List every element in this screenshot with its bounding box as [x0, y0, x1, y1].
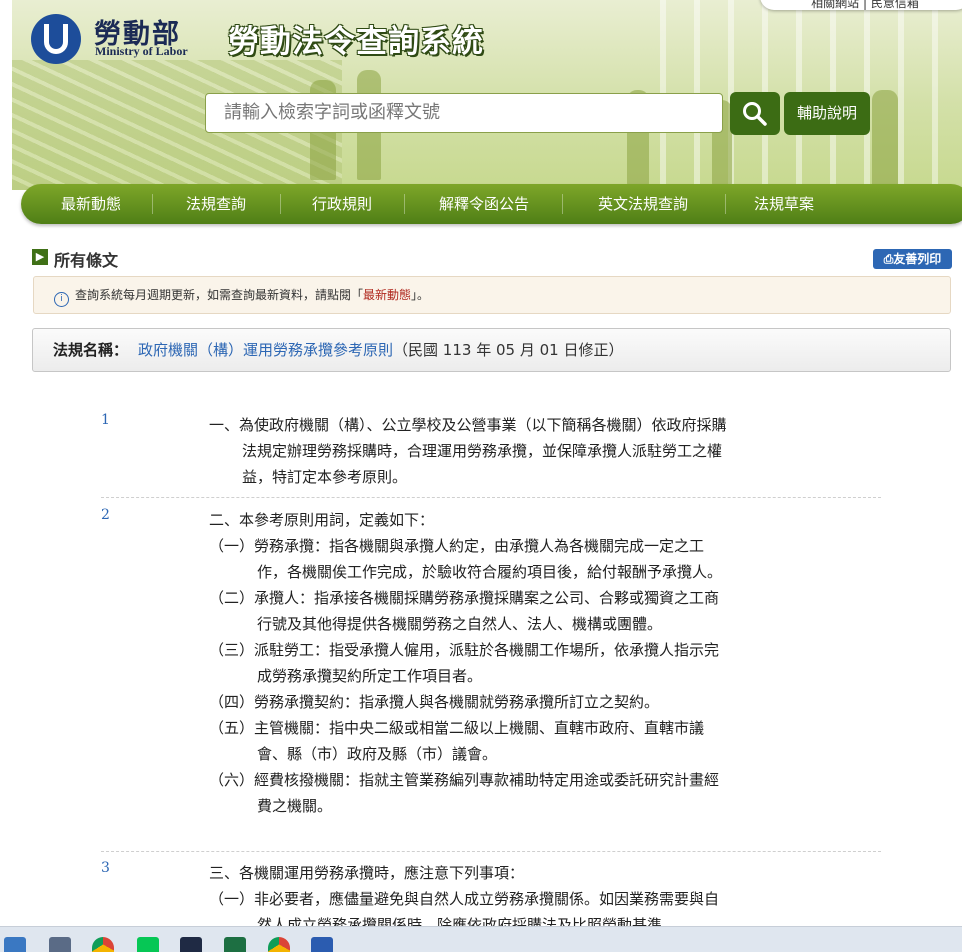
- notice-text-before: 查詢系統每月週期更新，如需查詢最新資料，請點閱「: [75, 288, 364, 302]
- nav-item-latest-news[interactable]: 最新動態: [46, 184, 136, 224]
- calendar-icon[interactable]: [49, 937, 71, 952]
- nav-item-english-law[interactable]: 英文法規查詢: [578, 184, 708, 224]
- law-amend-date: （民國 113 年 05 月 01 日修正）: [393, 341, 624, 359]
- article-paragraph: （六）經費核撥機關：指就主管業務編列專款補助特定用途或委託研究計畫經費之機關。: [209, 771, 720, 815]
- printer-icon: ⎙: [883, 252, 894, 266]
- search-input[interactable]: 請輸入檢索字詞或函釋文號: [205, 93, 723, 133]
- latest-news-link[interactable]: 最新動態: [363, 288, 411, 302]
- article-paragraph: （四）勞務承攬契約：指承攬人與各機關就勞務承攬所訂立之契約。: [209, 693, 660, 711]
- chrome-profile-icon[interactable]: [268, 937, 290, 952]
- law-name-label: 法規名稱：: [53, 341, 129, 359]
- article-paragraph: 一、為使政府機關（構）、公立學校及公營事業（以下簡稱各機關）依政府採購法規定辦理…: [209, 416, 727, 486]
- article-number[interactable]: 2: [101, 507, 110, 523]
- nav-item-interpretations[interactable]: 解釋令函公告: [419, 184, 549, 224]
- help-button[interactable]: 輔助說明: [784, 92, 870, 135]
- law-name-box: 法規名稱： 政府機關（構）運用勞務承攬參考原則（民國 113 年 05 月 01 …: [32, 328, 951, 372]
- meet-icon[interactable]: [180, 937, 202, 952]
- update-notice: i 查詢系統每月週期更新，如需查詢最新資料，請點閱「最新動態」。: [33, 276, 951, 314]
- nav-divider: [404, 194, 405, 214]
- article-body: 一、為使政府機關（構）、公立學校及公營事業（以下簡稱各機關）依政府採購法規定辦理…: [209, 412, 729, 490]
- site-header: 勞動部 Ministry of Labor 勞動法令查詢系統 請輸入檢索字詞或函…: [12, 0, 962, 190]
- chevron-right-icon: ▶: [32, 249, 48, 265]
- nav-item-law-search[interactable]: 法規查詢: [171, 184, 261, 224]
- logo-english-name[interactable]: Ministry of Labor: [95, 44, 188, 59]
- ministry-logo-icon[interactable]: [31, 14, 81, 64]
- article-paragraph: （三）派駐勞工：指受承攬人僱用，派駐於各機關工作場所，依承攬人指示完成勞務承攬契…: [209, 641, 720, 685]
- main-nav: 最新動態 法規查詢 行政規則 解釋令函公告 英文法規查詢 法規草案: [21, 184, 962, 224]
- info-icon: i: [54, 292, 69, 307]
- excel-icon[interactable]: [224, 937, 246, 952]
- os-taskbar: [0, 926, 962, 952]
- silhouette-person: [872, 90, 898, 190]
- system-title: 勞動法令查詢系統: [228, 24, 484, 60]
- article-number[interactable]: 3: [101, 860, 110, 876]
- article-paragraph: 三、各機關運用勞務承攬時，應注意下列事項：: [209, 864, 525, 882]
- chrome-icon[interactable]: [92, 937, 114, 952]
- file-manager-icon[interactable]: [4, 937, 26, 952]
- search-button[interactable]: [730, 92, 780, 135]
- article-paragraph: （五）主管機關：指中央二級或相當二級以上機關、直轄市政府、直轄市議會、縣（市）政…: [209, 719, 705, 763]
- nav-divider: [280, 194, 281, 214]
- law-name-link[interactable]: 政府機關（構）運用勞務承攬參考原則: [138, 341, 393, 359]
- article-divider: [101, 497, 881, 498]
- nav-item-admin-rules[interactable]: 行政規則: [297, 184, 387, 224]
- nav-divider: [152, 194, 153, 214]
- nav-item-draft-law[interactable]: 法規草案: [739, 184, 829, 224]
- article-paragraph: 二、本參考原則用詞，定義如下：: [209, 511, 435, 529]
- print-label: 友善列印: [893, 252, 942, 266]
- article-paragraph: （二）承攬人：指承接各機關採購勞務承攬採購案之公司、合夥或獨資之工商行號及其他得…: [209, 589, 720, 633]
- article-body: 二、本參考原則用詞，定義如下： （一）勞務承攬：指各機關與承攬人約定，由承攬人為…: [209, 507, 729, 819]
- word-icon[interactable]: [311, 937, 333, 952]
- section-title: 所有條文: [54, 251, 119, 270]
- search-icon: [743, 102, 767, 126]
- article-number[interactable]: 1: [101, 412, 110, 428]
- nav-divider: [725, 194, 726, 214]
- print-button[interactable]: ⎙友善列印: [873, 249, 952, 269]
- article-divider: [101, 851, 881, 852]
- nav-divider: [562, 194, 563, 214]
- notice-text-after: 」。: [411, 288, 430, 302]
- line-icon[interactable]: [137, 937, 159, 952]
- top-links[interactable]: 相關網站 | 民意信箱: [760, 0, 962, 10]
- article-paragraph: （一）勞務承攬：指各機關與承攬人約定，由承攬人為各機關完成一定之工作，各機關俟工…: [209, 537, 723, 581]
